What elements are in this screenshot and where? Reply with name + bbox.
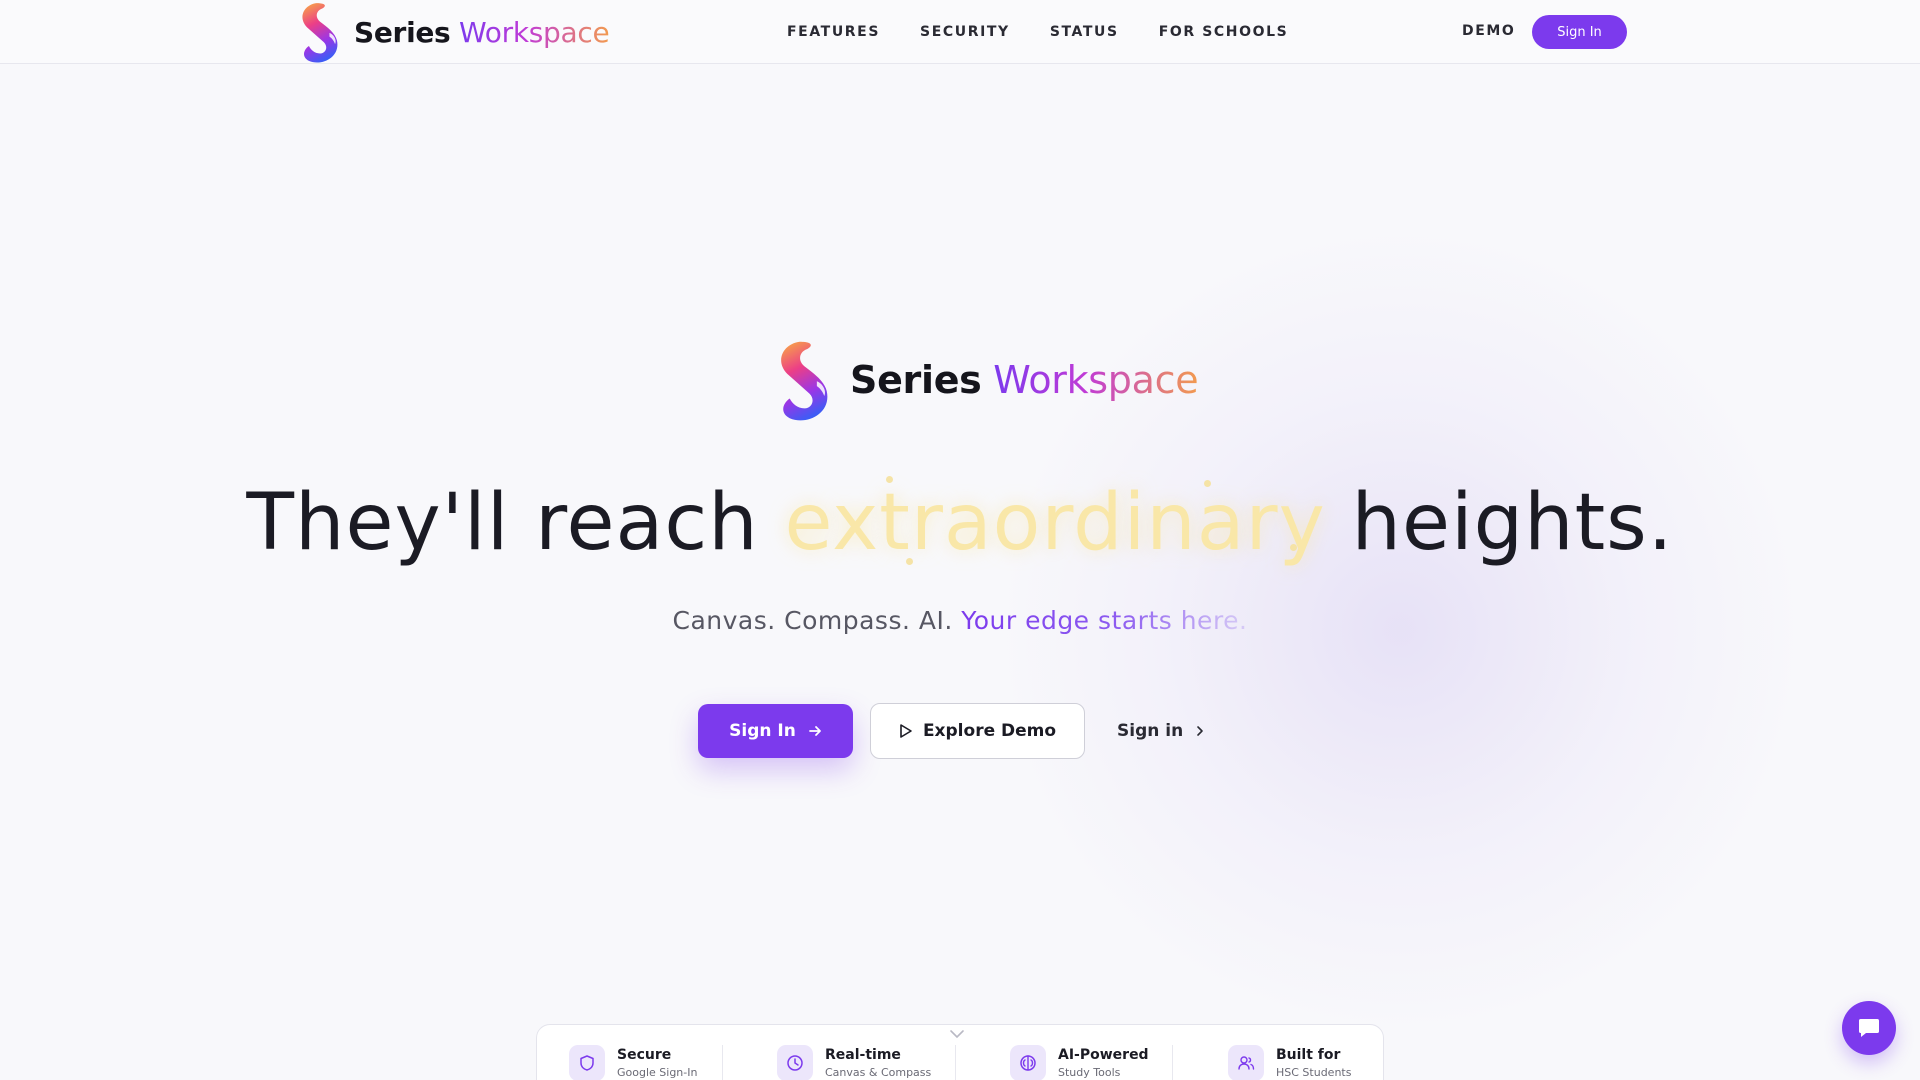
subheading-accent: Your edge starts here. bbox=[961, 606, 1248, 635]
hero-sign-in-button[interactable]: Sign In bbox=[698, 704, 853, 758]
brain-icon bbox=[1010, 1045, 1046, 1080]
feature-subtitle: Canvas & Compass bbox=[825, 1066, 932, 1079]
header-brand[interactable]: Series Workspace bbox=[294, 0, 610, 64]
brand-name-bold: Series bbox=[354, 15, 451, 49]
series-logo-icon bbox=[781, 341, 828, 421]
hero-sign-in-label: Sign In bbox=[729, 721, 796, 741]
hero-brand: Series Workspace bbox=[770, 336, 1199, 424]
subheading-plain: Canvas. Compass. AI. bbox=[672, 606, 953, 635]
feature-secure: Secure Google Sign-In bbox=[569, 1045, 697, 1080]
feature-ai-powered: AI-Powered Study Tools bbox=[1010, 1045, 1149, 1080]
chevron-right-icon bbox=[1197, 726, 1204, 736]
shield-icon bbox=[569, 1045, 605, 1080]
feature-subtitle: Google Sign-In bbox=[617, 1066, 698, 1079]
feature-title: Secure bbox=[617, 1047, 672, 1063]
hero-brand-name-bold: Series bbox=[850, 358, 982, 402]
feature-real-time: Real-time Canvas & Compass bbox=[777, 1045, 931, 1080]
header-sign-in-button[interactable]: Sign In bbox=[1532, 15, 1627, 49]
brand-wordmark: Series Workspace bbox=[354, 15, 610, 49]
hero-headline: They'll reach extraordinary heights. bbox=[0, 478, 1920, 568]
brand-name-gradient: Workspace bbox=[459, 15, 610, 49]
hero-wordmark: Series Workspace bbox=[850, 358, 1199, 402]
feature-title: Built for bbox=[1276, 1047, 1341, 1063]
nav-features[interactable]: FEATURES bbox=[787, 24, 880, 40]
headline-accent: extraordinary bbox=[784, 478, 1326, 568]
sparkle bbox=[886, 476, 893, 483]
feature-subtitle: Study Tools bbox=[1058, 1066, 1121, 1079]
sparkle bbox=[1204, 480, 1211, 487]
main-nav: FEATURES SECURITY STATUS FOR SCHOOLS bbox=[787, 0, 1288, 64]
sparkle bbox=[1290, 544, 1297, 551]
sparkle bbox=[906, 558, 913, 565]
site-header: Series Workspace FEATURES SECURITY STATU… bbox=[0, 0, 1920, 64]
users-icon bbox=[1228, 1045, 1264, 1080]
feature-divider bbox=[955, 1045, 956, 1080]
clock-icon bbox=[777, 1045, 813, 1080]
hero-subheading: Canvas. Compass. AI. Your edge starts he… bbox=[0, 606, 1920, 635]
feature-subtitle: HSC Students bbox=[1276, 1066, 1352, 1079]
explore-demo-label: Explore Demo bbox=[922, 721, 1057, 741]
play-icon bbox=[900, 724, 912, 738]
feature-divider bbox=[722, 1045, 723, 1080]
nav-demo[interactable]: DEMO bbox=[1462, 23, 1515, 39]
features-bar: Secure Google Sign-In Real-time Canvas &… bbox=[536, 1024, 1384, 1080]
feature-built-for: Built for HSC Students bbox=[1228, 1045, 1351, 1080]
explore-demo-button[interactable]: Explore Demo bbox=[870, 703, 1085, 759]
cta-row: Sign In Explore Demo Sign in bbox=[698, 703, 1205, 759]
chevron-down-icon[interactable] bbox=[949, 1029, 965, 1039]
feature-title: AI-Powered bbox=[1058, 1047, 1149, 1063]
nav-status[interactable]: STATUS bbox=[1050, 24, 1119, 40]
chat-icon bbox=[1859, 1019, 1879, 1037]
nav-security[interactable]: SECURITY bbox=[920, 24, 1010, 40]
nav-for-schools[interactable]: FOR SCHOOLS bbox=[1159, 24, 1289, 40]
secondary-sign-in-label: Sign in bbox=[1117, 721, 1184, 741]
headline-end: heights. bbox=[1351, 478, 1674, 568]
feature-divider bbox=[1172, 1045, 1173, 1080]
arrow-right-icon bbox=[808, 726, 821, 736]
hero-brand-name-gradient: Workspace bbox=[993, 358, 1199, 402]
chat-launcher-button[interactable] bbox=[1842, 1001, 1896, 1055]
headline-start: They'll reach bbox=[246, 478, 759, 568]
feature-title: Real-time bbox=[825, 1047, 901, 1063]
secondary-sign-in-link[interactable]: Sign in bbox=[1117, 721, 1205, 741]
series-logo-icon bbox=[302, 3, 338, 63]
